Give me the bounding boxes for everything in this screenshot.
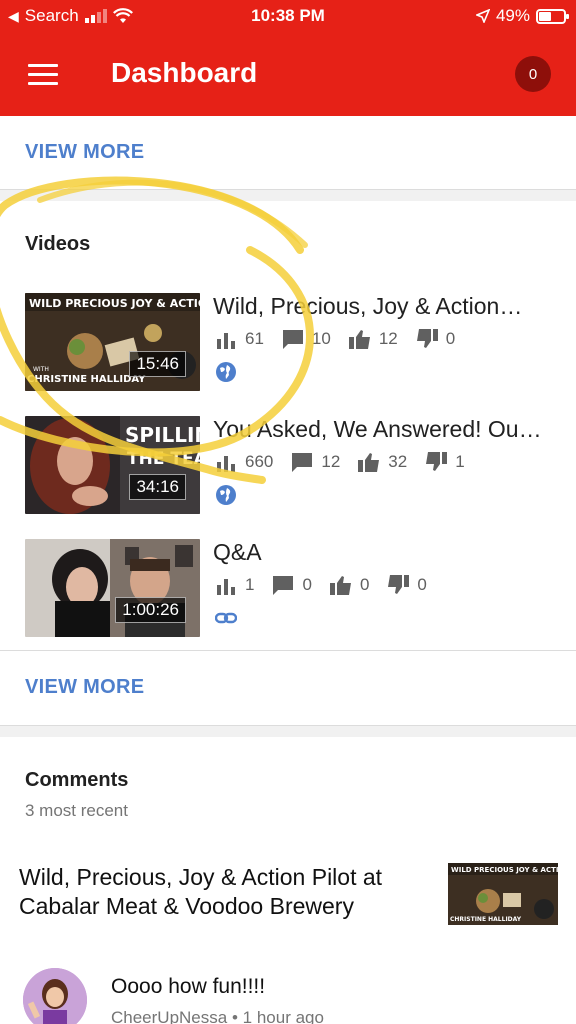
comments-stat: 12 — [291, 452, 340, 472]
thumbs-down-icon — [416, 329, 438, 348]
thumbs-up-icon — [348, 330, 370, 349]
menu-icon[interactable] — [28, 64, 58, 86]
section-gap — [0, 190, 576, 201]
comments-stat: 0 — [272, 575, 312, 595]
video-stats: 1 0 0 0 — [215, 575, 445, 595]
comment-age: 1 hour ago — [242, 1008, 324, 1024]
globe-icon — [216, 362, 236, 382]
video-title[interactable]: You Asked, We Answered! Ou… — [213, 416, 553, 443]
link-icon — [215, 612, 237, 624]
app-screen: ◀ Search 10:38 PM 49% Dashboard 0 VIEW M… — [0, 0, 576, 1024]
likes-stat: 0 — [329, 575, 370, 595]
thumb-tea-text: THE TEA! — [127, 449, 200, 469]
video-stats: 61 10 12 0 — [215, 329, 473, 349]
views-count: 1 — [245, 575, 255, 594]
video-title[interactable]: Q&A — [213, 539, 553, 566]
views-count: 61 — [245, 329, 264, 348]
dislikes-count: 0 — [445, 329, 456, 348]
thumbs-up-icon — [358, 453, 380, 472]
comment-video-thumbnail[interactable]: WILD PRECIOUS JOY & ACTION CHRISTINE HAL… — [448, 863, 558, 925]
comments-count: 0 — [302, 575, 312, 594]
dislikes-stat: 1 — [425, 452, 465, 472]
status-bar: ◀ Search 10:38 PM 49% — [0, 0, 576, 34]
views-stat: 61 — [215, 329, 264, 349]
video-duration: 1:00:26 — [115, 597, 186, 623]
avatar[interactable] — [23, 968, 87, 1024]
page-title: Dashboard — [111, 57, 258, 88]
notification-badge[interactable]: 0 — [515, 56, 551, 92]
views-count: 660 — [245, 452, 274, 471]
video-item[interactable]: WILD PRECIOUS JOY & ACTION WITH CHRISTIN… — [25, 293, 555, 391]
section-gap — [0, 726, 576, 737]
bar-chart-icon — [217, 456, 235, 472]
thumbs-down-icon — [426, 452, 448, 471]
comments-subtitle: 3 most recent — [25, 801, 128, 820]
status-right: 49% — [475, 6, 569, 26]
thumbs-up-icon — [329, 576, 351, 595]
thumb-banner-text: WILD PRECIOUS JOY & ACTION — [451, 866, 558, 874]
comment-icon — [282, 330, 303, 349]
video-duration: 34:16 — [129, 474, 186, 500]
thumb-name-text: CHRISTINE HALLIDAY — [27, 374, 146, 385]
comment-text: Oooo how fun!!!! — [111, 975, 266, 998]
app-bar: Dashboard 0 — [0, 34, 576, 116]
video-thumbnail[interactable]: 1:00:26 — [25, 539, 200, 637]
comment-author[interactable]: CheerUpNessa — [111, 1008, 227, 1024]
battery-level — [539, 11, 551, 21]
thumb-name-text: CHRISTINE HALLIDAY — [450, 916, 522, 923]
battery-percent: 49% — [495, 6, 530, 25]
comments-count: 10 — [311, 329, 331, 348]
comments-stat: 10 — [282, 329, 331, 349]
comment-meta: CheerUpNessa • 1 hour ago — [111, 1008, 324, 1024]
comments-count: 12 — [321, 452, 341, 471]
dislikes-count: 0 — [417, 575, 427, 594]
dislikes-stat: 0 — [416, 329, 455, 349]
comment-icon — [292, 453, 313, 472]
comment-video-title[interactable]: Wild, Precious, Joy & Action Pilot at Ca… — [19, 863, 419, 921]
views-stat: 660 — [215, 452, 273, 472]
likes-stat: 12 — [348, 329, 398, 349]
dislikes-stat: 0 — [387, 575, 427, 595]
likes-stat: 32 — [358, 452, 407, 472]
video-title[interactable]: Wild, Precious, Joy & Action… — [213, 293, 553, 320]
dislikes-count: 1 — [455, 452, 465, 471]
bar-chart-icon — [217, 333, 235, 349]
thumb-spill-text: SPILLIN — [125, 423, 200, 447]
likes-count: 0 — [359, 575, 370, 594]
video-thumbnail[interactable]: SPILLIN THE TEA! 34:16 — [25, 416, 200, 514]
video-item[interactable]: 1:00:26 Q&A 1 0 0 0 — [25, 539, 555, 637]
videos-heading: Videos — [25, 233, 91, 255]
globe-icon — [216, 485, 236, 505]
views-stat: 1 — [215, 575, 254, 595]
thumbs-down-icon — [388, 575, 410, 594]
thumb-with-text: WITH — [33, 366, 49, 373]
thumb-banner-text: WILD PRECIOUS JOY & ACTION — [29, 297, 200, 310]
comment-icon — [273, 576, 294, 595]
bar-chart-icon — [217, 579, 235, 595]
view-more-button[interactable]: VIEW MORE — [25, 141, 144, 164]
video-duration: 15:46 — [129, 351, 186, 377]
location-arrow-icon — [475, 9, 490, 23]
video-stats: 660 12 32 1 — [215, 452, 483, 472]
meta-separator: • — [231, 1008, 243, 1024]
comments-heading: Comments — [25, 769, 129, 791]
video-item[interactable]: SPILLIN THE TEA! 34:16 You Asked, We Ans… — [25, 416, 555, 514]
view-more-button[interactable]: VIEW MORE — [25, 676, 144, 699]
video-thumbnail[interactable]: WILD PRECIOUS JOY & ACTION WITH CHRISTIN… — [25, 293, 200, 391]
likes-count: 12 — [378, 329, 398, 348]
divider — [0, 650, 576, 651]
likes-count: 32 — [388, 452, 408, 471]
battery-icon — [536, 8, 569, 24]
